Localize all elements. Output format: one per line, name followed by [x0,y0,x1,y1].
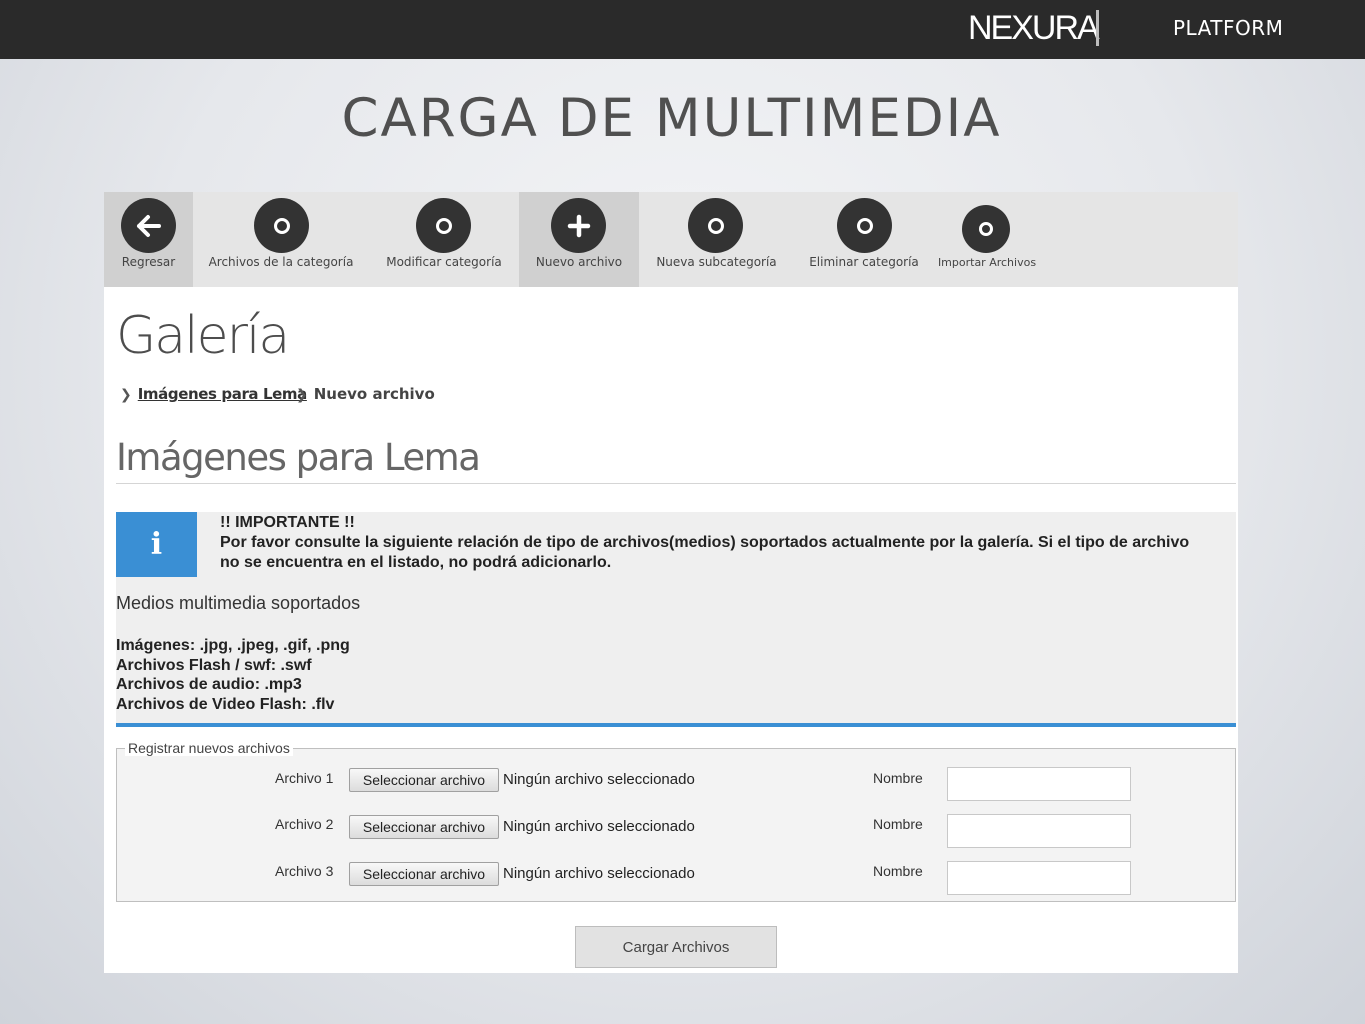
nexura-logo: NEXURA [968,9,1100,47]
info-notice: i !! IMPORTANTE !! Por favor consulte la… [116,512,1236,723]
section-title: Imágenes para Lema [116,436,481,479]
toolbar-label: Regresar [121,255,176,269]
select-file-button[interactable]: Seleccionar archivo [349,862,499,886]
circle-icon [837,198,892,253]
file-status: Ningún archivo seleccionado [503,771,695,788]
chevron-right-icon: ❯ [296,387,308,403]
app-window: Regresar Archivos de la categoría Modifi… [104,192,1238,973]
name-label: Nombre [873,770,923,786]
breadcrumb-link-imagenes[interactable]: Imágenes para Lema [138,385,308,403]
file-label: Archivo 2 [275,816,334,832]
platform-label: PLATFORM [1173,16,1284,40]
toolbar-regresar-button[interactable]: Regresar [104,192,193,287]
toolbar-label: Eliminar categoría [809,255,919,269]
notice-body: Por favor consulte la siguiente relación… [220,534,1190,571]
toolbar-nuevo-archivo-button[interactable]: Nuevo archivo [519,192,639,287]
toolbar-label: Archivos de la categoría [208,255,354,269]
select-file-button[interactable]: Seleccionar archivo [349,815,499,839]
toolbar-label: Nueva subcategoría [656,255,777,269]
media-title: Medios multimedia soportados [116,593,361,613]
circle-icon [962,205,1010,253]
arrow-left-icon [121,198,176,253]
divider [116,483,1236,484]
file-status: Ningún archivo seleccionado [503,818,695,835]
toolbar-modificar-categoria-button[interactable]: Modificar categoría [369,192,519,287]
file-label: Archivo 1 [275,770,334,786]
name-input[interactable] [947,767,1131,801]
name-label: Nombre [873,816,923,832]
slide-title: CARGA DE MULTIMEDIA [341,88,1002,149]
toolbar-nueva-subcategoria-button[interactable]: Nueva subcategoría [639,192,794,287]
media-item: Archivos de Video Flash: .flv [116,695,335,713]
fieldset-legend: Registrar nuevos archivos [125,740,293,756]
name-input[interactable] [947,861,1131,895]
toolbar: Regresar Archivos de la categoría Modifi… [104,192,1238,287]
upload-files-button[interactable]: Cargar Archivos [575,926,777,968]
select-file-button[interactable]: Seleccionar archivo [349,768,499,792]
toolbar-label: Modificar categoría [386,255,502,269]
toolbar-label: Nuevo archivo [535,255,623,269]
divider [116,723,1236,727]
page-title: Galería [116,306,290,366]
upload-fieldset: Registrar nuevos archivos Archivo 1 Sele… [116,740,1236,902]
name-label: Nombre [873,863,923,879]
media-item: Archivos Flash / swf: .swf [116,656,312,674]
plus-icon [551,198,606,253]
circle-icon [416,198,471,253]
file-status: Ningún archivo seleccionado [503,865,695,882]
toolbar-importar-archivos-button[interactable]: Importar Archivos [934,192,1040,287]
chevron-right-icon: ❯ [120,387,132,403]
toolbar-eliminar-categoria-button[interactable]: Eliminar categoría [794,192,934,287]
name-input[interactable] [947,814,1131,848]
logo-divider [1096,10,1099,46]
media-list: Imágenes: .jpg, .jpeg, .gif, .png Archiv… [116,636,350,714]
notice-heading: !! IMPORTANTE !! [220,514,355,531]
breadcrumb-current: Nuevo archivo [313,385,435,403]
media-item: Imágenes: .jpg, .jpeg, .gif, .png [116,637,350,654]
media-item: Archivos de audio: .mp3 [116,676,302,693]
circle-icon [254,198,309,253]
toolbar-archivos-categoria-button[interactable]: Archivos de la categoría [193,192,369,287]
info-icon: i [116,512,197,577]
circle-icon [688,198,743,253]
top-bar: NEXURA PLATFORM [0,0,1365,59]
toolbar-label: Importar Archivos [937,256,1037,269]
file-label: Archivo 3 [275,863,334,879]
